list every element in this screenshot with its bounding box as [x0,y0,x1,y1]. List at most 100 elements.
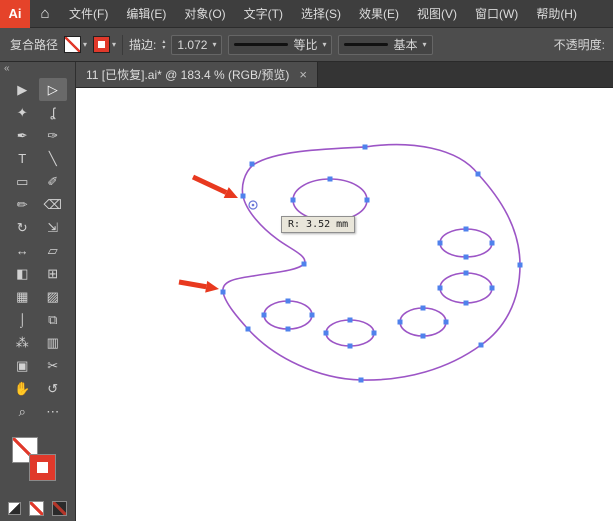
screen-mode-button[interactable] [52,501,67,516]
anchor-point[interactable] [517,262,523,268]
palette-hole-6[interactable] [263,300,313,330]
variable-width-profile-select[interactable]: 等比 ▾ [228,34,333,55]
direct-selection-tool[interactable]: ▷ [38,78,67,101]
anchor-point[interactable] [463,270,469,276]
zoom-tool[interactable]: ⌕ [8,400,36,423]
stroke-proxy-swatch[interactable] [29,454,56,481]
magic-wand-tool[interactable]: ✦ [8,101,36,124]
menu-item-7[interactable]: 视图(V) [408,0,466,28]
anchor-point[interactable] [362,144,368,150]
anchor-point[interactable] [443,319,449,325]
anchor-point[interactable] [489,240,495,246]
palette-hole-2[interactable] [439,228,493,258]
tab-close-icon[interactable]: × [299,67,307,82]
fill-color-control[interactable]: ▾ [64,36,87,53]
palette-hole-1[interactable] [292,178,368,222]
canvas-area[interactable]: R: 3.52 mm [76,88,613,521]
hand-tool[interactable]: ✋ [8,377,36,400]
anchor-point[interactable] [463,300,469,306]
scale-tool[interactable]: ⇲ [39,216,67,239]
blend-tool[interactable]: ⧉ [39,308,67,331]
width-tool[interactable]: ↔ [8,239,36,262]
brush-definition-select[interactable]: 基本 ▾ [338,34,433,55]
eraser-tool[interactable]: ⌫ [39,193,67,216]
menu-item-6[interactable]: 效果(E) [350,0,408,28]
slice-tool[interactable]: ✂ [39,354,67,377]
palette-hole-5[interactable] [325,319,375,347]
eyedropper-tool[interactable]: ⌡ [8,308,36,331]
gradient-tool[interactable]: ▨ [39,285,67,308]
anchor-point[interactable] [437,285,443,291]
artboard-tool[interactable]: ▣ [8,354,36,377]
anchor-point[interactable] [420,333,426,339]
perspective-grid-tool[interactable]: ⊞ [39,262,67,285]
anchor-point[interactable] [220,289,226,295]
anchor-point[interactable] [463,226,469,232]
free-transform-tool[interactable]: ▱ [39,239,67,262]
stepper-down-icon[interactable]: ▾ [162,45,165,51]
symbol-sprayer-tool[interactable]: ⁂ [8,331,36,354]
type-tool[interactable]: T [8,147,36,170]
pen-tool[interactable]: ✒ [8,124,36,147]
default-fill-stroke-button[interactable] [8,502,21,515]
paintbrush-tool[interactable]: ✐ [39,170,67,193]
line-segment-tool[interactable]: ╲ [39,147,67,170]
stroke-swatch[interactable] [93,36,111,53]
palette-hole-4[interactable] [399,307,447,337]
anchor-point[interactable] [358,377,364,383]
anchor-point[interactable] [420,305,426,311]
anchor-point[interactable] [290,197,296,203]
palette-hole-3[interactable] [439,272,493,304]
menu-item-2[interactable]: 编辑(E) [117,0,175,28]
fill-swatch[interactable] [64,36,82,53]
menu-item-5[interactable]: 选择(S) [292,0,350,28]
edit-toolbar-button[interactable]: ⋯ [39,400,67,423]
document-tab[interactable]: 11 [已恢复].ai* @ 183.4 % (RGB/预览) × [76,62,318,87]
palette-outline-path[interactable] [222,143,521,381]
mesh-tool[interactable]: ▦ [8,285,36,308]
lasso-tool[interactable]: ʆ [39,101,67,124]
anchor-point[interactable] [240,193,246,199]
stroke-color-control[interactable]: ▾ [93,36,116,53]
pencil-tool[interactable]: ✏ [8,193,36,216]
menu-item-3[interactable]: 对象(O) [175,0,234,28]
stroke-width-stepper[interactable]: ▴ ▾ [162,39,165,51]
collapse-panel-icon[interactable]: « [0,62,75,78]
rotate-view-tool[interactable]: ↺ [39,377,67,400]
anchor-point[interactable] [371,330,377,336]
shape-builder-tool[interactable]: ◧ [8,262,36,285]
anchor-point[interactable] [323,330,329,336]
anchor-point[interactable] [489,285,495,291]
menu-item-4[interactable]: 文字(T) [235,0,292,28]
stroke-width-select[interactable]: 1.072 ▾ [171,34,223,55]
rotate-tool[interactable]: ↻ [8,216,36,239]
column-graph-tool[interactable]: ▥ [39,331,67,354]
anchor-point[interactable] [347,343,353,349]
anchor-point[interactable] [309,312,315,318]
menu-item-8[interactable]: 窗口(W) [466,0,527,28]
anchor-point[interactable] [327,176,333,182]
anchor-point[interactable] [245,326,251,332]
curvature-tool[interactable]: ✑ [39,124,67,147]
anchor-point[interactable] [347,317,353,323]
artboard[interactable] [76,88,613,521]
none-color-button[interactable] [29,501,44,516]
chevron-down-icon[interactable]: ▾ [112,40,116,49]
anchor-point[interactable] [249,161,255,167]
app-logo[interactable]: Ai [0,0,30,28]
home-icon[interactable]: ⌂ [30,5,60,22]
anchor-point[interactable] [397,319,403,325]
anchor-point[interactable] [301,261,307,267]
anchor-point[interactable] [475,171,481,177]
menu-item-9[interactable]: 帮助(H) [527,0,586,28]
chevron-down-icon[interactable]: ▾ [83,40,87,49]
anchor-point[interactable] [261,312,267,318]
anchor-point[interactable] [285,298,291,304]
rectangle-tool[interactable]: ▭ [8,170,36,193]
selection-tool[interactable]: ▶ [8,78,36,101]
anchor-point[interactable] [478,342,484,348]
menu-item-1[interactable]: 文件(F) [60,0,117,28]
anchor-point[interactable] [364,197,370,203]
anchor-point[interactable] [463,254,469,260]
anchor-point[interactable] [437,240,443,246]
